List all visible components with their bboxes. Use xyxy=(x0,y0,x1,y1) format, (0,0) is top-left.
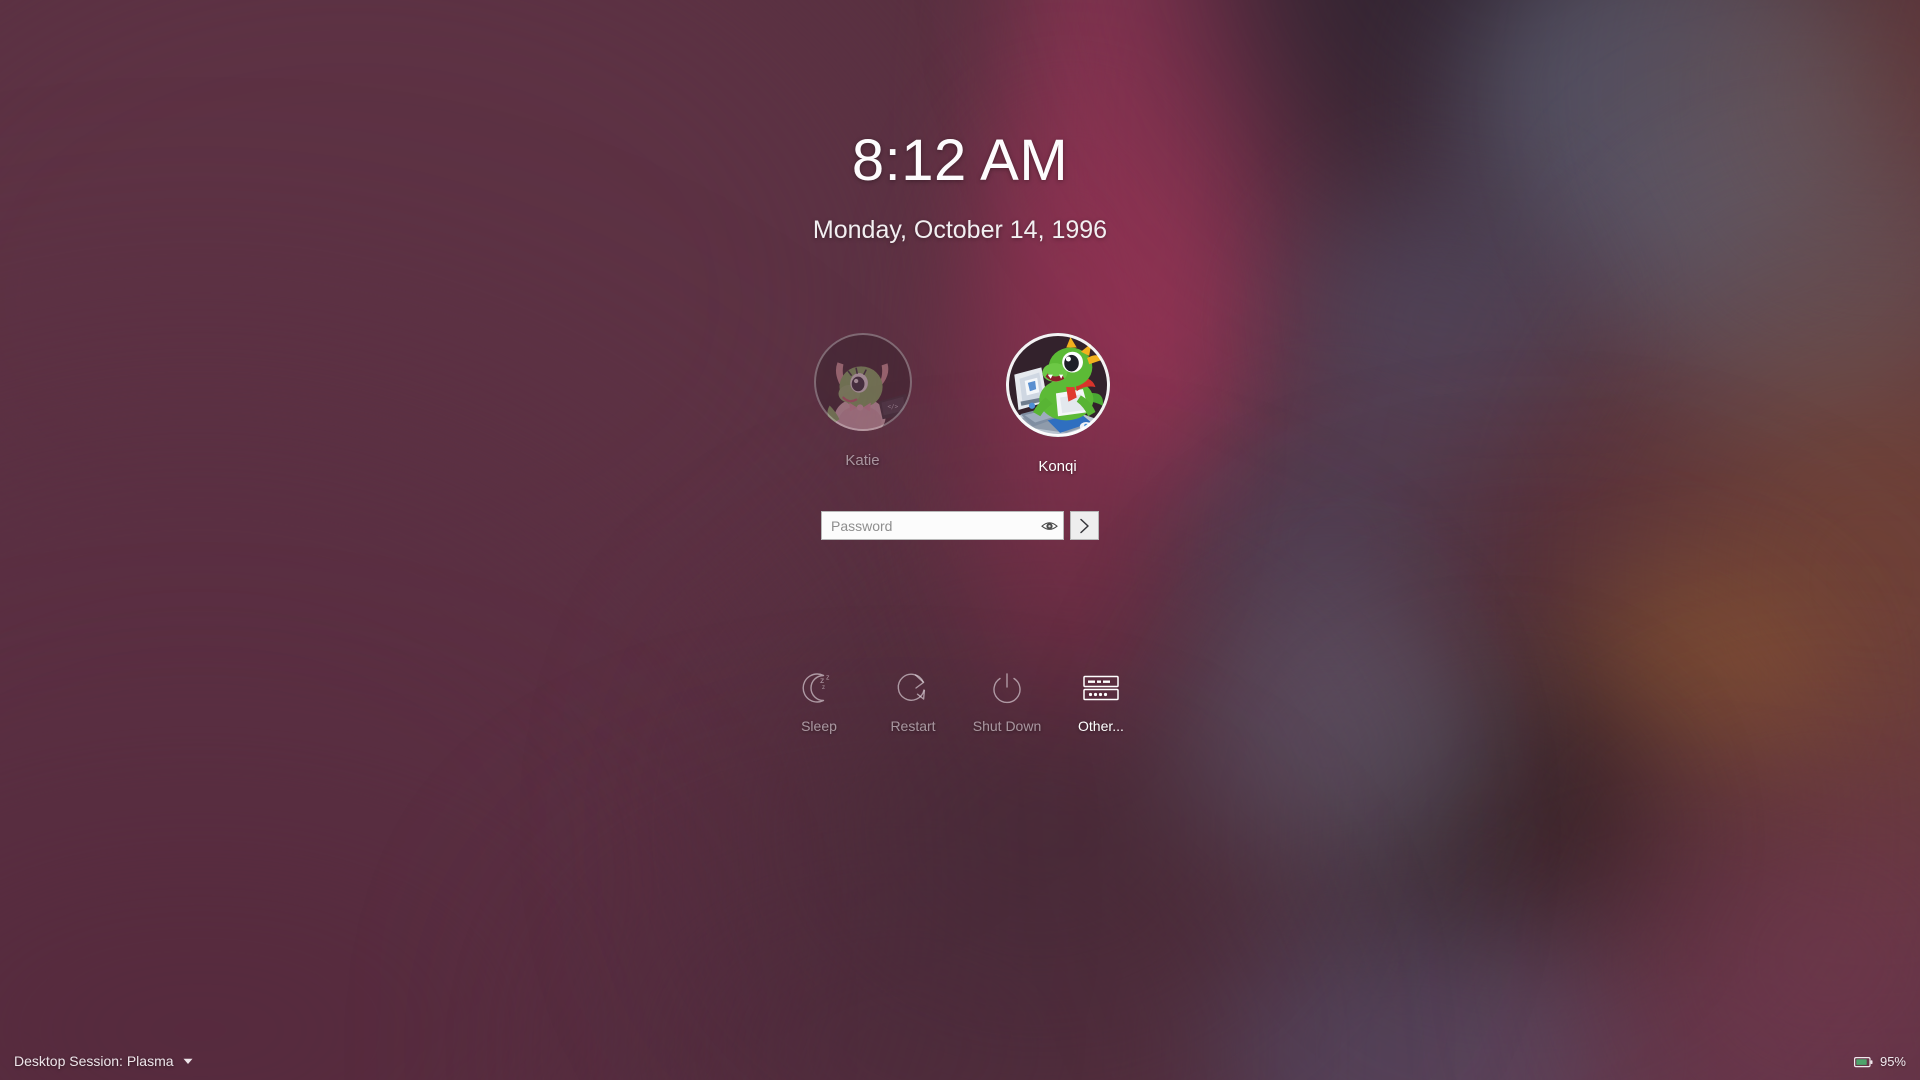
clock-time: 8:12 AM xyxy=(851,128,1069,193)
power-icon xyxy=(990,667,1024,709)
submit-login-button[interactable] xyxy=(1070,511,1099,540)
battery-indicator[interactable]: 95% xyxy=(1853,1054,1906,1069)
action-label: Other... xyxy=(1078,718,1124,734)
chevron-right-icon xyxy=(1080,518,1089,533)
user-name-label: Katie xyxy=(845,452,880,469)
svg-text:z: z xyxy=(822,685,825,691)
desktop-session-selector[interactable]: Desktop Session: Plasma xyxy=(14,1054,193,1068)
password-input[interactable] xyxy=(822,512,1035,539)
user-item-katie[interactable]: </> Katie xyxy=(792,333,934,468)
action-label: Restart xyxy=(890,718,936,734)
battery-icon xyxy=(1853,1056,1873,1067)
svg-text:</>: </> xyxy=(887,404,898,410)
clock-date: Monday, October 14, 1996 xyxy=(812,216,1108,244)
server-rack-icon xyxy=(1082,667,1120,709)
password-row xyxy=(821,511,1099,540)
session-label: Desktop Session: Plasma xyxy=(14,1053,174,1069)
battery-percent-label: 95% xyxy=(1879,1054,1906,1069)
user-name-label: Konqi xyxy=(1038,458,1077,475)
action-label: Sleep xyxy=(801,718,837,734)
chevron-down-icon xyxy=(183,1058,193,1064)
avatar[interactable] xyxy=(1005,333,1110,437)
action-label: Shut Down xyxy=(972,718,1042,734)
shutdown-button[interactable]: Shut Down xyxy=(960,663,1054,733)
restart-arrow-icon xyxy=(896,667,930,709)
user-item-konqi[interactable]: Konqi xyxy=(987,333,1129,474)
login-center-stack: 8:12 AM Monday, October 14, 1996 </> Kat… xyxy=(0,0,1920,734)
konqi-dragon-avatar xyxy=(1005,333,1110,437)
session-actions: z z z Sleep Restart Shut Down Other... xyxy=(772,663,1148,733)
eye-icon[interactable] xyxy=(1035,512,1063,539)
svg-text:z: z xyxy=(820,675,824,685)
moon-zzz-icon: z z z xyxy=(801,667,837,709)
other-sessions-button[interactable]: Other... xyxy=(1054,663,1148,733)
sleep-button[interactable]: z z z Sleep xyxy=(772,663,866,733)
svg-text:z: z xyxy=(826,675,830,682)
avatar[interactable]: </> xyxy=(813,333,912,431)
user-list: </> Katie Konqi xyxy=(792,333,1129,474)
password-field[interactable] xyxy=(821,511,1064,540)
restart-button[interactable]: Restart xyxy=(866,663,960,733)
katie-dragon-avatar: </> xyxy=(813,333,912,431)
